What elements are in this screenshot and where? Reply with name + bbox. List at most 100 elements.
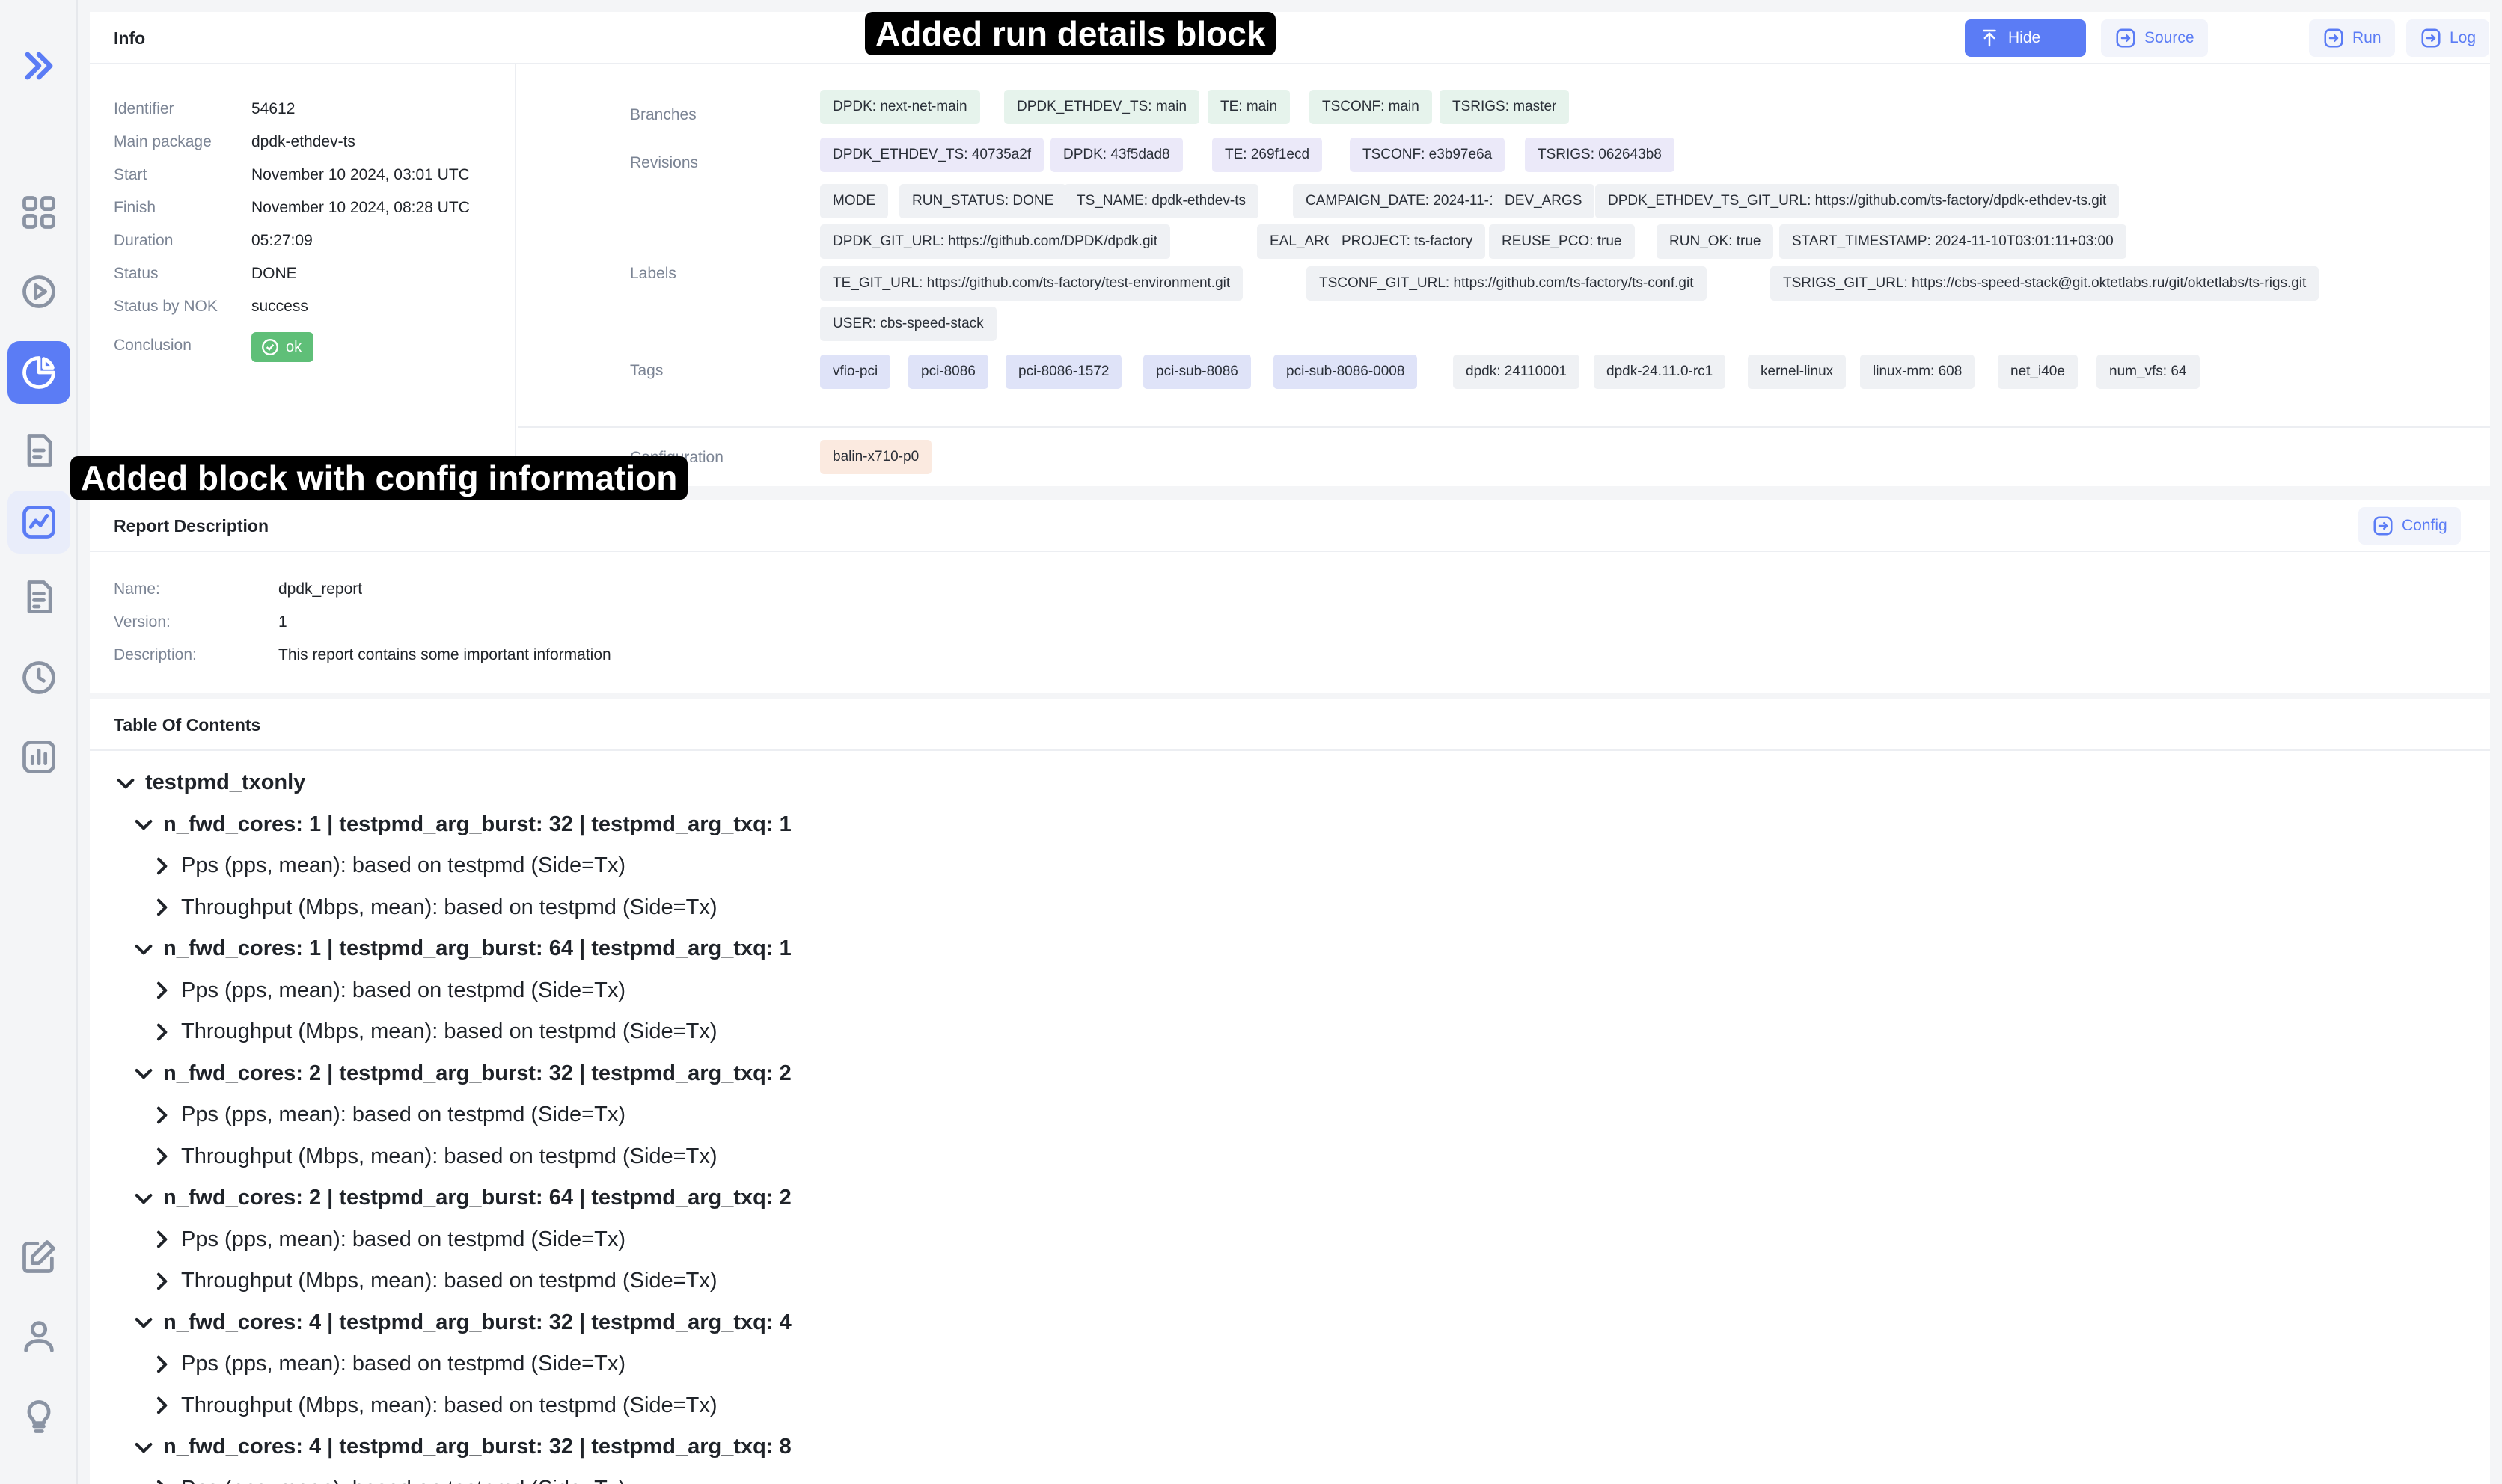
revision-chip[interactable]: DPDK: 43f5dad8 bbox=[1050, 138, 1183, 172]
source-button[interactable]: Source bbox=[2101, 19, 2208, 57]
chevron-down-icon[interactable] bbox=[114, 771, 138, 795]
chevron-right-icon[interactable] bbox=[150, 854, 174, 878]
toc-leaf-item[interactable]: Pps (pps, mean): based on testpmd (Side=… bbox=[150, 1103, 626, 1127]
label-chip[interactable]: START_TIMESTAMP: 2024-11-10T03:01:11+03:… bbox=[1779, 224, 2126, 259]
tag-chip[interactable]: pci-8086 bbox=[908, 355, 988, 389]
toc-group-item[interactable]: n_fwd_cores: 1 | testpmd_arg_burst: 32 |… bbox=[132, 812, 792, 837]
chevron-right-icon[interactable] bbox=[150, 1393, 174, 1417]
pie-chart-icon[interactable] bbox=[7, 341, 70, 404]
configuration-chip[interactable]: balin-x710-p0 bbox=[820, 440, 932, 474]
label-chip[interactable]: RUN_STATUS: DONE bbox=[899, 184, 1067, 218]
chevron-right-icon[interactable] bbox=[150, 1352, 174, 1376]
tag-chip[interactable]: vfio-pci bbox=[820, 355, 891, 389]
toc-leaf-item[interactable]: Pps (pps, mean): based on testpmd (Side=… bbox=[150, 1477, 626, 1484]
chevron-right-icon[interactable] bbox=[150, 895, 174, 919]
revision-chip[interactable]: TE: 269f1ecd bbox=[1212, 138, 1323, 172]
branch-chip[interactable]: DPDK_ETHDEV_TS: main bbox=[1004, 90, 1200, 124]
chevron-down-icon[interactable] bbox=[132, 937, 156, 961]
field-label: Description: bbox=[114, 646, 197, 663]
log-button[interactable]: Log bbox=[2406, 19, 2490, 57]
report-header: Report Description Config bbox=[90, 500, 2490, 552]
toc-leaf-item[interactable]: Throughput (Mbps, mean): based on testpm… bbox=[150, 1144, 718, 1169]
field-value: November 10 2024, 08:28 UTC bbox=[251, 199, 470, 216]
tag-chip[interactable]: kernel-linux bbox=[1748, 355, 1847, 389]
toc-group-item[interactable]: n_fwd_cores: 2 | testpmd_arg_burst: 64 |… bbox=[132, 1186, 792, 1210]
revision-chip[interactable]: TSRIGS: 062643b8 bbox=[1525, 138, 1674, 172]
tag-chip[interactable]: pci-8086-1572 bbox=[1006, 355, 1122, 389]
toc-group-item[interactable]: n_fwd_cores: 4 | testpmd_arg_burst: 32 |… bbox=[132, 1310, 792, 1335]
toc-leaf-item[interactable]: Throughput (Mbps, mean): based on testpm… bbox=[150, 895, 718, 920]
tag-chip[interactable]: net_i40e bbox=[1998, 355, 2078, 389]
dashboard-grid-icon[interactable] bbox=[7, 181, 70, 244]
edit-icon[interactable] bbox=[7, 1225, 70, 1288]
lightbulb-icon[interactable] bbox=[7, 1385, 70, 1448]
toc-leaf-item[interactable]: Pps (pps, mean): based on testpmd (Side=… bbox=[150, 978, 626, 1003]
label-chip[interactable]: DPDK_GIT_URL: https://github.com/DPDK/dp… bbox=[820, 224, 1171, 259]
toc-leaf-item[interactable]: Pps (pps, mean): based on testpmd (Side=… bbox=[150, 1352, 626, 1376]
tag-chip[interactable]: pci-sub-8086-0008 bbox=[1273, 355, 1418, 389]
chevron-down-icon[interactable] bbox=[132, 1435, 156, 1459]
chevron-down-icon[interactable] bbox=[132, 1310, 156, 1334]
user-icon[interactable] bbox=[7, 1304, 70, 1367]
toc-leaf-item[interactable]: Pps (pps, mean): based on testpmd (Side=… bbox=[150, 1227, 626, 1252]
expand-double-chevron-icon[interactable] bbox=[7, 34, 70, 97]
label-chip[interactable]: CAMPAIGN_DATE: 2024-11-10 bbox=[1293, 184, 1518, 218]
chevron-right-icon[interactable] bbox=[150, 1144, 174, 1168]
chevron-down-icon[interactable] bbox=[132, 812, 156, 836]
label-chip[interactable]: TS_NAME: dpdk-ethdev-ts bbox=[1064, 184, 1258, 218]
toc-group-item[interactable]: n_fwd_cores: 2 | testpmd_arg_burst: 32 |… bbox=[132, 1061, 792, 1086]
chevron-right-icon[interactable] bbox=[150, 978, 174, 1002]
label-chip[interactable]: TSRIGS_GIT_URL: https://cbs-speed-stack@… bbox=[1770, 266, 2319, 301]
toc-leaf-item[interactable]: Throughput (Mbps, mean): based on testpm… bbox=[150, 1269, 718, 1293]
chevron-right-icon[interactable] bbox=[150, 1227, 174, 1251]
branch-chip[interactable]: DPDK: next-net-main bbox=[820, 90, 980, 124]
field-label: Status by NOK bbox=[114, 298, 218, 315]
hide-button-label: Hide bbox=[2008, 29, 2041, 46]
tag-chip[interactable]: dpdk: 24110001 bbox=[1453, 355, 1579, 389]
field-value: DONE bbox=[251, 265, 297, 282]
label-chip[interactable]: RUN_OK: true bbox=[1657, 224, 1774, 259]
tag-chip[interactable]: pci-sub-8086 bbox=[1143, 355, 1251, 389]
revision-chip[interactable]: DPDK_ETHDEV_TS: 40735a2f bbox=[820, 138, 1044, 172]
label-chip[interactable]: DEV_ARGS bbox=[1492, 184, 1595, 218]
bar-chart-icon[interactable] bbox=[7, 726, 70, 788]
chevron-right-icon[interactable] bbox=[150, 1477, 174, 1484]
chevron-down-icon[interactable] bbox=[132, 1186, 156, 1210]
tag-chip[interactable]: dpdk-24.11.0-rc1 bbox=[1594, 355, 1726, 389]
annotation-config-block: Added block with config information bbox=[70, 456, 688, 500]
chevron-right-icon[interactable] bbox=[150, 1269, 174, 1293]
toc-leaf-item[interactable]: Pps (pps, mean): based on testpmd (Side=… bbox=[150, 853, 626, 878]
chevron-down-icon[interactable] bbox=[132, 1061, 156, 1085]
clock-icon[interactable] bbox=[7, 646, 70, 709]
toc-group-item[interactable]: n_fwd_cores: 1 | testpmd_arg_burst: 64 |… bbox=[132, 936, 792, 961]
toc-group-item[interactable]: n_fwd_cores: 4 | testpmd_arg_burst: 32 |… bbox=[132, 1435, 792, 1459]
config-button[interactable]: Config bbox=[2358, 507, 2461, 545]
label-chip[interactable]: TSCONF_GIT_URL: https://github.com/ts-fa… bbox=[1306, 266, 1707, 301]
toc-leaf-item[interactable]: Throughput (Mbps, mean): based on testpm… bbox=[150, 1020, 718, 1044]
chevron-right-icon[interactable] bbox=[150, 1020, 174, 1044]
revision-chip[interactable]: TSCONF: e3b97e6a bbox=[1350, 138, 1505, 172]
document-lines-icon[interactable] bbox=[7, 565, 70, 628]
branch-chip[interactable]: TSRIGS: master bbox=[1440, 90, 1570, 124]
label-chip[interactable]: USER: cbs-speed-stack bbox=[820, 307, 997, 341]
play-circle-icon[interactable] bbox=[7, 260, 70, 323]
label-chip[interactable]: TE_GIT_URL: https://github.com/ts-factor… bbox=[820, 266, 1244, 301]
trend-chart-icon[interactable] bbox=[7, 491, 70, 554]
toc-leaf-item[interactable]: Throughput (Mbps, mean): based on testpm… bbox=[150, 1393, 718, 1418]
chevron-right-icon[interactable] bbox=[150, 1103, 174, 1127]
label-chip[interactable]: MODE bbox=[820, 184, 888, 218]
label-chip[interactable]: REUSE_PCO: true bbox=[1489, 224, 1635, 259]
document-icon[interactable] bbox=[7, 419, 70, 482]
toc-item-label: Pps (pps, mean): based on testpmd (Side=… bbox=[181, 1477, 626, 1484]
tag-chip[interactable]: num_vfs: 64 bbox=[2096, 355, 2200, 389]
hide-button[interactable]: Hide bbox=[1965, 19, 2086, 57]
label-chip[interactable]: DPDK_ETHDEV_TS_GIT_URL: https://github.c… bbox=[1595, 184, 2120, 218]
field-label: Start bbox=[114, 166, 147, 183]
run-button[interactable]: Run bbox=[2309, 19, 2395, 57]
label-chip[interactable]: PROJECT: ts-factory bbox=[1329, 224, 1486, 259]
tag-chip[interactable]: linux-mm: 608 bbox=[1860, 355, 1975, 389]
toc-title: Table Of Contents bbox=[114, 715, 261, 735]
toc-group-item[interactable]: testpmd_txonly bbox=[114, 770, 305, 795]
branch-chip[interactable]: TE: main bbox=[1208, 90, 1291, 124]
branch-chip[interactable]: TSCONF: main bbox=[1309, 90, 1432, 124]
